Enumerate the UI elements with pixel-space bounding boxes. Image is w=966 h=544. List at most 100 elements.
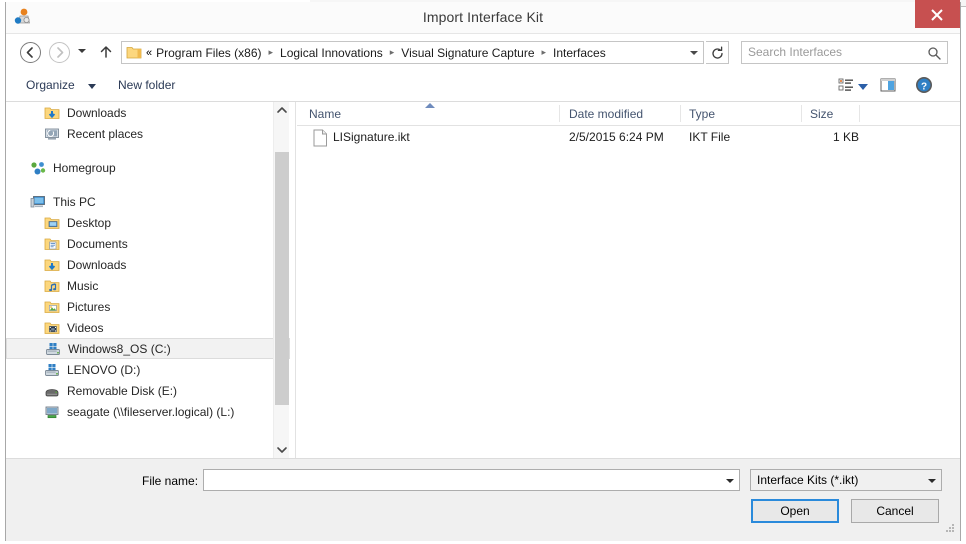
nav-pane-item-label: This PC [53, 194, 96, 209]
file-row[interactable]: LISignature.ikt 2/5/2015 6:24 PM IKT File 1… [297, 126, 960, 150]
file-name-label: File name: [142, 474, 199, 488]
breadcrumb: « Program Files (x86) ▸ Logical Innovati… [145, 44, 683, 62]
file-type: IKT File [689, 130, 731, 144]
chevron-down-icon[interactable] [858, 84, 868, 90]
documents-icon [44, 236, 60, 252]
desktop-background: Import Interface Kit « Program Files (x8… [0, 0, 966, 544]
breadcrumb-item-2[interactable]: Visual Signature Capture [398, 44, 537, 62]
breadcrumb-separator[interactable]: ▸ [386, 47, 399, 58]
nav-pane-item[interactable]: Recent places [6, 123, 290, 144]
nav-pane-item-label: Downloads [67, 105, 127, 120]
nav-pane-item[interactable]: Downloads [6, 254, 290, 275]
new-folder-button[interactable]: New folder [114, 77, 179, 93]
nav-pane-item-label: Documents [67, 236, 128, 251]
file-type-filter-dropdown[interactable]: Interface Kits (*.ikt) [750, 469, 942, 491]
nav-pane-item[interactable]: Removable Disk (E:) [6, 380, 290, 401]
pictures-icon [44, 299, 60, 315]
breadcrumb-item-0[interactable]: Program Files (x86) [153, 44, 264, 62]
desktop-icon [44, 215, 60, 231]
recent-places-icon [44, 126, 60, 142]
nav-pane-item[interactable]: Desktop [6, 212, 290, 233]
dialog-body: Downloads Recent places Homegroup This PC De… [6, 102, 960, 458]
title-bar: Import Interface Kit [6, 0, 960, 34]
nav-pane-item[interactable]: Downloads [6, 102, 290, 123]
column-divider[interactable] [801, 105, 802, 122]
scrollbar-thumb[interactable] [275, 152, 289, 405]
breadcrumb-item-1[interactable]: Logical Innovations [277, 44, 386, 62]
help-icon[interactable]: ? [914, 75, 934, 98]
address-bar[interactable]: « Program Files (x86) ▸ Logical Innovati… [121, 41, 704, 64]
file-type-filter-value: Interface Kits (*.ikt) [757, 473, 859, 487]
change-view-icon[interactable] [836, 75, 856, 98]
scroll-down-icon[interactable] [274, 441, 290, 458]
file-name-input[interactable] [203, 469, 740, 491]
nav-pane-item[interactable]: Music [6, 275, 290, 296]
column-header-name[interactable]: Name [309, 107, 341, 121]
breadcrumb-overflow[interactable]: « [145, 47, 153, 59]
open-button[interactable]: Open [751, 499, 839, 523]
preview-pane-icon[interactable] [878, 75, 898, 98]
command-toolbar: Organize New folder ? [6, 70, 960, 102]
column-divider[interactable] [680, 105, 681, 122]
file-name: LISignature.ikt [333, 130, 410, 144]
nav-pane-item[interactable]: Pictures [6, 296, 290, 317]
nav-pane-item-label: Videos [67, 320, 104, 335]
chevron-down-icon[interactable] [928, 479, 936, 483]
column-divider[interactable] [859, 105, 860, 122]
this-pc-icon [30, 194, 46, 210]
navigation-pane-scrollbar[interactable] [273, 102, 289, 458]
svg-text:?: ? [921, 81, 927, 92]
nav-pane-item[interactable]: Videos [6, 317, 290, 338]
column-divider[interactable] [559, 105, 560, 122]
nav-pane-item[interactable]: LENOVO (D:) [6, 359, 290, 380]
nav-pane-item-label: Windows8_OS (C:) [68, 341, 171, 356]
nav-pane-item[interactable]: seagate (\\fileserver.logical) (L:) [6, 401, 290, 422]
column-header-row: Name Date modified Type Size [297, 102, 960, 126]
organize-button[interactable]: Organize [22, 77, 79, 93]
nav-pane-item-label: Downloads [67, 257, 127, 272]
navigation-pane-group-gap [6, 144, 290, 157]
folder-download-icon [44, 257, 60, 273]
up-one-level-button[interactable] [98, 44, 114, 60]
file-size: 1 KB [832, 130, 859, 144]
folder-icon [126, 45, 142, 60]
pane-splitter[interactable] [290, 102, 296, 458]
breadcrumb-separator[interactable]: ▸ [538, 47, 551, 58]
nav-pane-item[interactable]: Windows8_OS (C:) [6, 338, 290, 359]
breadcrumb-item-3[interactable]: Interfaces [550, 44, 609, 62]
column-header-type[interactable]: Type [689, 107, 715, 121]
nav-pane-item-label: Removable Disk (E:) [67, 383, 178, 398]
nav-pane-item-label: Pictures [67, 299, 111, 314]
nav-pane-item[interactable]: This PC [6, 191, 290, 212]
file-icon [313, 129, 328, 150]
homegroup-icon [30, 160, 46, 176]
refresh-button[interactable] [706, 41, 729, 64]
removable-disk-icon [44, 383, 60, 399]
close-button[interactable] [915, 0, 960, 28]
cancel-button[interactable]: Cancel [851, 499, 939, 523]
chevron-down-icon[interactable] [88, 84, 96, 89]
nav-pane-item-label: seagate (\\fileserver.logical) (L:) [67, 404, 235, 419]
forward-button[interactable] [49, 42, 70, 63]
column-header-date-modified[interactable]: Date modified [569, 107, 643, 121]
nav-pane-item[interactable]: Documents [6, 233, 290, 254]
window-title: Import Interface Kit [422, 9, 544, 25]
scroll-up-icon[interactable] [274, 102, 290, 119]
nav-pane-item-label: Homegroup [53, 160, 116, 175]
local-disk-icon [44, 362, 60, 378]
chevron-down-icon[interactable] [726, 479, 734, 483]
sort-ascending-icon [425, 103, 435, 108]
nav-pane-item[interactable]: Homegroup [6, 157, 290, 178]
search-input[interactable]: Search Interfaces [748, 45, 842, 59]
videos-icon [44, 320, 60, 336]
resize-grip[interactable] [944, 522, 956, 537]
back-button[interactable] [20, 42, 41, 63]
file-rows: LISignature.ikt 2/5/2015 6:24 PM IKT File 1… [297, 126, 960, 150]
column-header-size[interactable]: Size [810, 107, 833, 121]
search-box[interactable]: Search Interfaces [741, 41, 948, 64]
network-drive-icon [44, 404, 60, 420]
recent-locations-button[interactable] [78, 49, 86, 53]
import-interface-kit-dialog: Import Interface Kit « Program Files (x8… [5, 0, 961, 541]
breadcrumb-separator[interactable]: ▸ [264, 47, 277, 58]
chevron-down-icon[interactable] [683, 42, 703, 63]
